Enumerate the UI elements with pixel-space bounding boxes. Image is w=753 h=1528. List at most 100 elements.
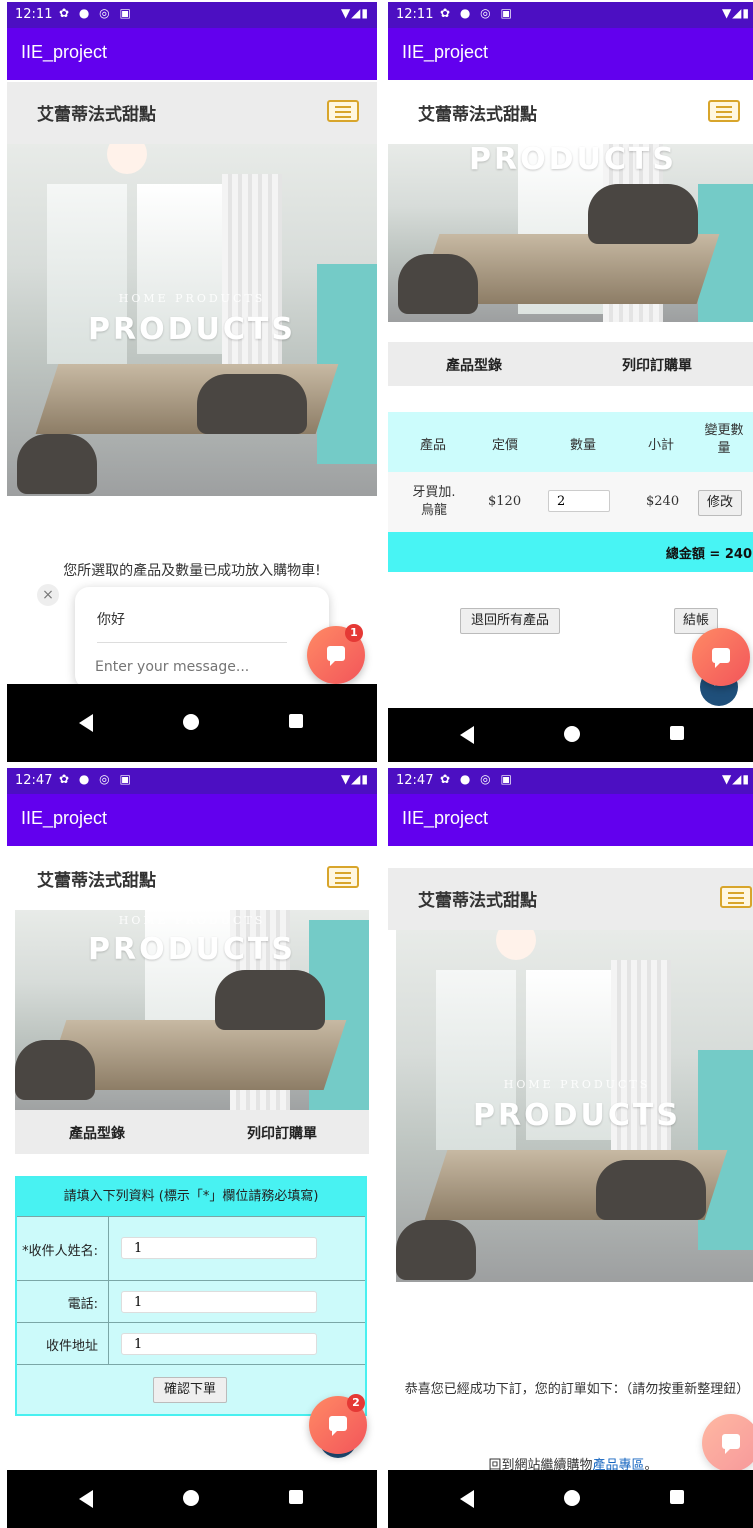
hero-title: PRODUCTS: [473, 1098, 681, 1133]
status-time: 12:47: [396, 773, 434, 788]
status-icons: ✿ ● ◎ ▣: [440, 772, 515, 786]
app-bar: IIE_project: [388, 28, 753, 80]
system-nav-bar: [7, 1470, 377, 1528]
hero-title: PRODUCTS: [88, 932, 296, 967]
app-bar: IIE_project: [7, 28, 377, 80]
address-label: 收件地址: [17, 1323, 109, 1365]
chat-popup: 你好: [75, 587, 329, 689]
order-form: 請填入下列資料 (標示「*」欄位請務必填寫) *收件人姓名: 電話: 收件地址 …: [15, 1176, 367, 1416]
chat-message-input[interactable]: [93, 653, 297, 681]
quantity-input[interactable]: [548, 490, 610, 512]
system-nav-bar: [388, 1470, 753, 1528]
status-time: 12:11: [396, 7, 434, 22]
chat-icon: [722, 1434, 740, 1454]
screen-3: 12:47 ✿ ● ◎ ▣ ▼◢▮ IIE_project 艾蕾蒂法式甜點 HO…: [7, 768, 377, 1528]
tab-bar: 產品型錄 列印訂購單: [15, 1110, 369, 1154]
status-icons: ✿ ● ◎ ▣: [440, 6, 515, 20]
back-icon[interactable]: [460, 726, 474, 744]
chat-greeting: 你好: [97, 612, 125, 628]
cart-table: 產品 定價 數量 小計 變更數量 牙買加.烏龍 $120 $240 修改 總金額…: [388, 412, 753, 572]
hero-title: PRODUCTS: [88, 312, 296, 347]
hamburger-menu-icon[interactable]: [720, 886, 752, 908]
cart-header-row: 產品 定價 數量 小計 變更數量: [388, 412, 753, 472]
chat-icon: [712, 648, 730, 668]
col-price: 定價: [492, 438, 519, 453]
back-icon[interactable]: [79, 1490, 93, 1508]
breadcrumb: HOME PRODUCTS: [503, 1078, 651, 1091]
breadcrumb: HOME PRODUCTS: [118, 914, 266, 927]
hero-banner: HOME PRODUCTS PRODUCTS: [15, 910, 369, 1116]
name-label: *收件人姓名:: [17, 1217, 109, 1281]
site-header: 艾蕾蒂法式甜點: [388, 82, 753, 144]
table-row: 牙買加.烏龍 $120 $240 修改: [388, 472, 753, 532]
phone-input[interactable]: [121, 1291, 317, 1313]
site-brand[interactable]: 艾蕾蒂法式甜點: [418, 886, 537, 911]
cart-success-message: 您所選取的產品及數量已成功放入購物車!: [63, 563, 321, 579]
cart-product-name: 牙買加.烏龍: [412, 485, 456, 518]
site-header: 艾蕾蒂法式甜點: [388, 868, 753, 930]
recipient-name-input[interactable]: [121, 1237, 317, 1259]
home-icon[interactable]: [564, 726, 580, 742]
chat-icon: [329, 1416, 347, 1436]
chat-button[interactable]: 1: [307, 624, 365, 684]
confirm-order-button[interactable]: 確認下單: [153, 1377, 227, 1403]
home-icon[interactable]: [183, 1490, 199, 1506]
hamburger-menu-icon[interactable]: [327, 866, 359, 888]
chat-button[interactable]: [702, 1414, 753, 1472]
tab-catalog[interactable]: 產品型錄: [446, 355, 502, 375]
tab-print-order[interactable]: 列印訂購單: [622, 355, 692, 375]
chat-button[interactable]: [692, 628, 750, 686]
hamburger-menu-icon[interactable]: [327, 100, 359, 122]
app-title: IIE_project: [402, 42, 489, 62]
home-icon[interactable]: [183, 714, 199, 730]
recent-apps-icon[interactable]: [289, 1490, 303, 1504]
tab-catalog[interactable]: 產品型錄: [69, 1123, 125, 1143]
cart-subtotal: $240: [646, 494, 680, 509]
form-row-address: 收件地址: [17, 1322, 365, 1365]
tab-print-order[interactable]: 列印訂購單: [247, 1123, 317, 1143]
form-row-name: *收件人姓名:: [17, 1216, 365, 1281]
col-change-qty: 變更數量: [704, 423, 744, 456]
signal-battery-icon: ▼◢▮: [340, 6, 369, 20]
phone-label: 電話:: [17, 1281, 109, 1323]
status-bar: 12:11 ✿ ● ◎ ▣ ▼◢▮: [388, 2, 753, 28]
col-product: 產品: [420, 438, 447, 453]
recent-apps-icon[interactable]: [289, 714, 303, 728]
signal-battery-icon: ▼◢▮: [340, 772, 369, 786]
app-bar: IIE_project: [388, 794, 753, 846]
site-header: 艾蕾蒂法式甜點: [7, 848, 377, 910]
return-all-button[interactable]: 退回所有產品: [460, 608, 560, 634]
home-icon[interactable]: [564, 1490, 580, 1506]
breadcrumb: HOME PRODUCTS: [118, 292, 266, 305]
address-input[interactable]: [121, 1333, 317, 1355]
chat-badge: 1: [345, 624, 363, 642]
close-icon[interactable]: ×: [37, 584, 59, 606]
site-header: 艾蕾蒂法式甜點: [7, 82, 377, 144]
total-row: 總金額 = 240: [388, 532, 753, 572]
recent-apps-icon[interactable]: [670, 1490, 684, 1504]
status-icons: ✿ ● ◎ ▣: [59, 772, 134, 786]
hamburger-menu-icon[interactable]: [708, 100, 740, 122]
screen-4: 12:47 ✿ ● ◎ ▣ ▼◢▮ IIE_project 艾蕾蒂法式甜點 HO…: [388, 768, 753, 1528]
recent-apps-icon[interactable]: [670, 726, 684, 740]
form-row-phone: 電話:: [17, 1280, 365, 1323]
cart-price: $120: [488, 494, 522, 509]
hero-banner: HOME PRODUCTS PRODUCTS: [7, 144, 377, 496]
status-time: 12:47: [15, 773, 53, 788]
site-brand[interactable]: 艾蕾蒂法式甜點: [37, 100, 156, 125]
site-brand[interactable]: 艾蕾蒂法式甜點: [37, 866, 156, 891]
hero-title: PRODUCTS: [469, 144, 677, 177]
chat-button[interactable]: 2: [309, 1394, 367, 1454]
edit-button[interactable]: 修改: [698, 490, 742, 516]
app-bar: IIE_project: [7, 794, 377, 846]
system-nav-bar: [388, 708, 753, 762]
hero-banner: PRODUCTS: [388, 144, 753, 322]
tab-bar: 產品型錄 列印訂購單: [388, 342, 753, 386]
back-icon[interactable]: [79, 714, 93, 732]
system-nav-bar: [7, 684, 377, 762]
order-success-message: 恭喜您已經成功下訂，您的訂單如下：（請勿按重新整理鈕）: [404, 1382, 750, 1397]
back-icon[interactable]: [460, 1490, 474, 1508]
site-brand[interactable]: 艾蕾蒂法式甜點: [418, 100, 537, 125]
screen-2: 12:11 ✿ ● ◎ ▣ ▼◢▮ IIE_project 艾蕾蒂法式甜點 PR…: [388, 2, 753, 762]
signal-battery-icon: ▼◢▮: [721, 772, 750, 786]
